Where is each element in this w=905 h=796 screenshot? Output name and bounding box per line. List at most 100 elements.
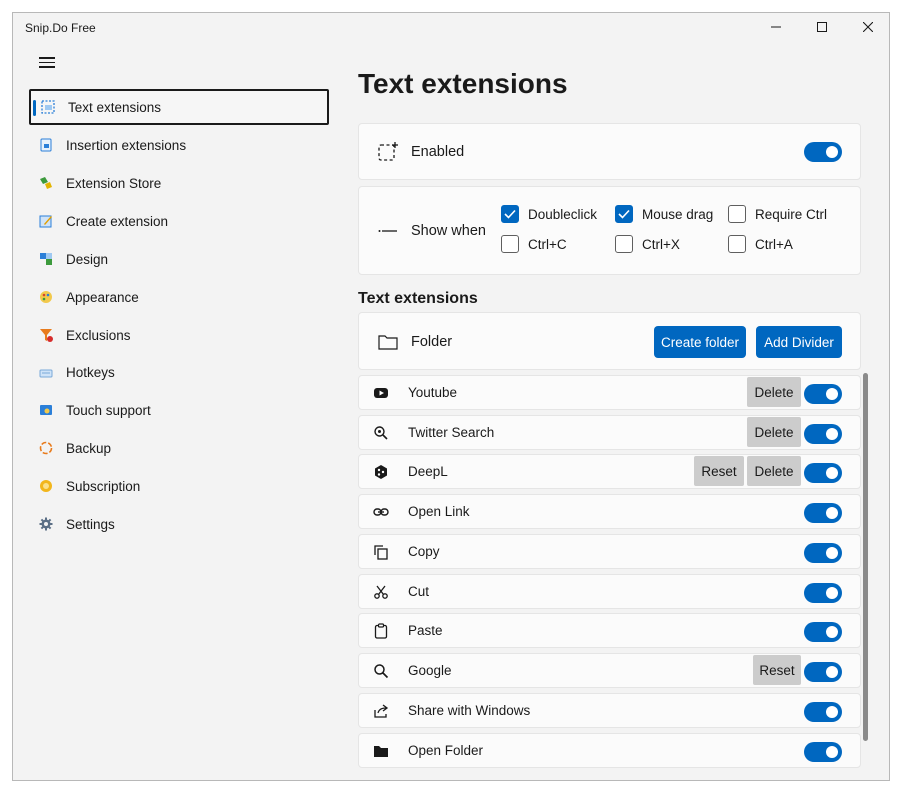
page-title: Text extensions xyxy=(358,68,568,99)
sidebar-item-settings[interactable]: Settings xyxy=(29,506,329,542)
sidebar-item-subscription[interactable]: Subscription xyxy=(29,468,329,504)
scissors-icon xyxy=(373,584,389,600)
reset-button[interactable]: Reset xyxy=(694,456,744,486)
enabled-card: Enabled xyxy=(358,123,861,180)
sidebar-item-text-extensions[interactable]: Text extensions xyxy=(29,89,329,125)
extension-label: Paste xyxy=(408,623,443,638)
extension-row-deepl: DeepL Reset Delete xyxy=(358,454,861,489)
extension-row-cut: Cut xyxy=(358,574,861,609)
hamburger-menu-button[interactable] xyxy=(39,57,55,69)
extension-row-google: Google Reset xyxy=(358,653,861,688)
sidebar-item-insertion-extensions[interactable]: Insertion extensions xyxy=(29,127,329,163)
extension-row-open-link: Open Link xyxy=(358,494,861,529)
checkbox-label: Ctrl+C xyxy=(528,236,567,252)
extension-toggle[interactable] xyxy=(804,543,842,563)
folder-outline-icon xyxy=(377,331,399,353)
extension-label: Open Link xyxy=(408,504,470,519)
text-extensions-icon xyxy=(41,100,55,114)
sidebar-item-label: Subscription xyxy=(66,478,141,494)
sidebar-item-label: Design xyxy=(66,251,109,267)
search-icon xyxy=(373,663,389,679)
selection-indicator xyxy=(33,100,36,116)
ctrl-c-checkbox[interactable]: Ctrl+C xyxy=(501,235,567,253)
ctrl-x-checkbox[interactable]: Ctrl+X xyxy=(615,235,680,253)
sidebar-item-hotkeys[interactable]: Hotkeys xyxy=(29,354,329,390)
title-bar: Snip.Do Free xyxy=(13,13,889,41)
sidebar-item-create-extension[interactable]: Create extension xyxy=(29,203,329,239)
extension-label: Cut xyxy=(408,584,430,599)
checkmark-icon xyxy=(501,205,519,223)
show-when-label: Show when xyxy=(411,223,486,239)
touch-support-icon xyxy=(39,403,53,417)
sidebar-item-label: Touch support xyxy=(66,402,151,418)
app-title: Snip.Do Free xyxy=(25,21,96,35)
sidebar-item-exclusions[interactable]: Exclusions xyxy=(29,317,329,353)
extension-label: Copy xyxy=(408,544,440,559)
sidebar-item-appearance[interactable]: Appearance xyxy=(29,279,329,315)
folder-label: Folder xyxy=(411,334,453,350)
app-window: Snip.Do Free Text extensions Insertion e… xyxy=(12,12,890,781)
require-ctrl-checkbox[interactable]: Require Ctrl xyxy=(728,205,827,223)
extension-toggle[interactable] xyxy=(804,622,842,642)
minimize-icon xyxy=(771,26,781,28)
checkbox-label: Mouse drag xyxy=(642,206,714,222)
extension-toggle[interactable] xyxy=(804,742,842,762)
enabled-toggle[interactable] xyxy=(804,142,842,162)
dash-line-icon xyxy=(377,220,399,242)
sidebar-item-extension-store[interactable]: Extension Store xyxy=(29,165,329,201)
extension-row-twitter-search: Twitter Search Delete xyxy=(358,415,861,450)
reset-button[interactable]: Reset xyxy=(753,655,801,685)
clipboard-icon xyxy=(373,623,389,639)
extension-label: Open Folder xyxy=(408,743,484,758)
extension-toggle[interactable] xyxy=(804,463,842,483)
sidebar-item-touch-support[interactable]: Touch support xyxy=(29,392,329,428)
sidebar-item-backup[interactable]: Backup xyxy=(29,430,329,466)
delete-button[interactable]: Delete xyxy=(747,417,801,447)
extension-toggle[interactable] xyxy=(804,384,842,404)
minimize-button[interactable] xyxy=(753,13,799,41)
extension-label: Twitter Search xyxy=(408,425,495,440)
sidebar-item-label: Insertion extensions xyxy=(66,137,187,153)
section-title: Text extensions xyxy=(358,290,478,307)
sidebar-item-label: Settings xyxy=(66,516,115,532)
deepl-icon xyxy=(373,464,389,480)
add-divider-button[interactable]: Add Divider xyxy=(756,326,842,358)
link-icon xyxy=(373,504,389,520)
delete-button[interactable]: Delete xyxy=(747,456,801,486)
doubleclick-checkbox[interactable]: Doubleclick xyxy=(501,205,597,223)
copy-icon xyxy=(373,544,389,560)
delete-button[interactable]: Delete xyxy=(747,377,801,407)
design-icon xyxy=(39,252,53,266)
extension-row-open-folder: Open Folder xyxy=(358,733,861,768)
extension-label: Youtube xyxy=(408,385,458,400)
scrollbar[interactable] xyxy=(863,373,868,741)
hotkeys-icon xyxy=(39,365,53,379)
extension-row-copy: Copy xyxy=(358,534,861,569)
ctrl-a-checkbox[interactable]: Ctrl+A xyxy=(728,235,793,253)
extension-row-paste: Paste xyxy=(358,613,861,648)
extension-toggle[interactable] xyxy=(804,702,842,722)
extension-toggle[interactable] xyxy=(804,503,842,523)
checkbox-label: Ctrl+A xyxy=(755,236,793,252)
checkbox-label: Doubleclick xyxy=(528,206,598,222)
close-button[interactable] xyxy=(845,13,889,41)
share-icon xyxy=(373,703,389,719)
magnifier-icon xyxy=(373,425,389,441)
mouse-drag-checkbox[interactable]: Mouse drag xyxy=(615,205,713,223)
sidebar-item-label: Hotkeys xyxy=(66,364,115,380)
extension-toggle[interactable] xyxy=(804,424,842,444)
sidebar-item-label: Appearance xyxy=(66,289,139,305)
sidebar-item-design[interactable]: Design xyxy=(29,241,329,277)
extension-toggle[interactable] xyxy=(804,662,842,682)
folder-icon xyxy=(373,743,389,759)
extension-toggle[interactable] xyxy=(804,583,842,603)
gear-icon xyxy=(39,517,53,531)
maximize-icon xyxy=(817,22,827,32)
checkbox-label: Ctrl+X xyxy=(642,236,680,252)
extension-label: Google xyxy=(408,663,452,678)
appearance-icon xyxy=(39,290,53,304)
exclusions-icon xyxy=(39,328,53,342)
checkbox-label: Require Ctrl xyxy=(755,206,828,222)
create-folder-button[interactable]: Create folder xyxy=(654,326,746,358)
maximize-button[interactable] xyxy=(799,13,845,41)
